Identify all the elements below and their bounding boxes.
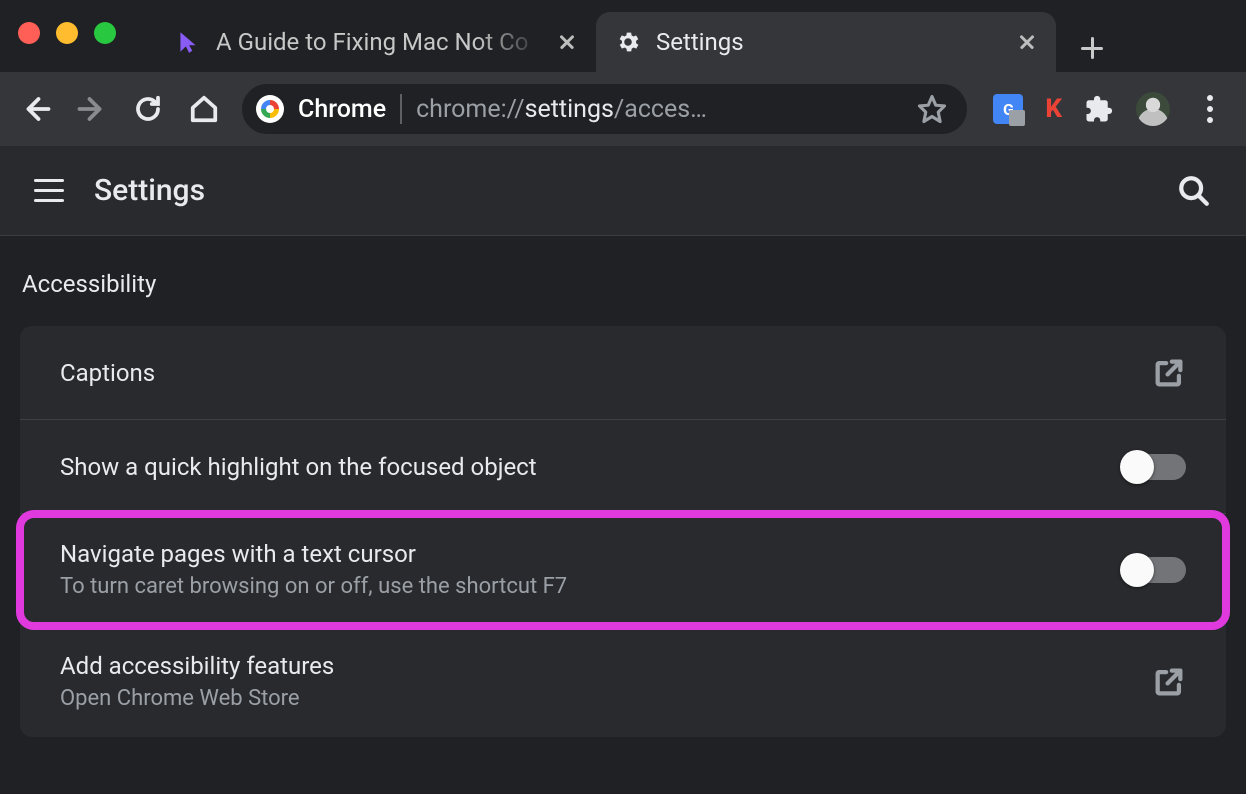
window-controls xyxy=(18,22,116,44)
omnibox-chip-label: Chrome xyxy=(298,95,386,124)
tab-title: A Guide to Fixing Mac Not Co xyxy=(216,28,542,56)
row-secondary: Open Chrome Web Store xyxy=(60,686,1132,711)
tab-strip: A Guide to Fixing Mac Not Co Settings xyxy=(156,0,1246,72)
bookmark-star-icon[interactable] xyxy=(917,94,947,124)
quick-highlight-row[interactable]: Show a quick highlight on the focused ob… xyxy=(20,420,1226,514)
settings-header: Settings xyxy=(0,146,1246,236)
omnibox-url: chrome://settings/acces… xyxy=(416,95,903,124)
window-maximize-button[interactable] xyxy=(94,22,116,44)
google-translate-icon[interactable]: G xyxy=(993,94,1023,124)
menu-icon[interactable] xyxy=(34,179,64,202)
toggle-switch[interactable] xyxy=(1124,454,1186,480)
window-minimize-button[interactable] xyxy=(56,22,78,44)
captions-row[interactable]: Captions xyxy=(20,326,1226,420)
k-extension-icon[interactable]: K xyxy=(1045,94,1062,124)
row-primary: Show a quick highlight on the focused ob… xyxy=(60,453,1104,481)
extension-icons: G K xyxy=(993,91,1228,127)
back-button[interactable] xyxy=(18,91,54,127)
close-icon[interactable] xyxy=(556,31,578,53)
forward-button[interactable] xyxy=(74,91,110,127)
row-secondary: To turn caret browsing on or off, use th… xyxy=(60,574,1104,599)
search-button[interactable] xyxy=(1176,173,1212,209)
accessibility-panel: Captions Show a quick highlight on the f… xyxy=(20,326,1226,737)
row-primary: Captions xyxy=(60,359,1132,387)
profile-avatar[interactable] xyxy=(1136,92,1170,126)
caret-browsing-row[interactable]: Navigate pages with a text cursor To tur… xyxy=(20,514,1226,626)
add-accessibility-row[interactable]: Add accessibility features Open Chrome W… xyxy=(20,626,1226,737)
tab-title: Settings xyxy=(656,28,1002,56)
home-button[interactable] xyxy=(186,91,222,127)
titlebar: A Guide to Fixing Mac Not Co Settings xyxy=(0,0,1246,72)
chrome-icon xyxy=(256,95,284,123)
address-bar[interactable]: Chrome chrome://settings/acces… xyxy=(242,84,967,134)
gear-icon xyxy=(614,28,642,56)
settings-content: Accessibility Captions Show a quick high… xyxy=(0,236,1246,737)
tab-inactive[interactable]: A Guide to Fixing Mac Not Co xyxy=(156,12,596,72)
reload-button[interactable] xyxy=(130,91,166,127)
new-tab-button[interactable] xyxy=(1068,24,1116,72)
row-primary: Add accessibility features xyxy=(60,652,1132,680)
browser-menu-button[interactable] xyxy=(1192,91,1228,127)
page-title: Settings xyxy=(94,173,205,208)
window-close-button[interactable] xyxy=(18,22,40,44)
kebab-icon xyxy=(1207,95,1213,123)
tab-active[interactable]: Settings xyxy=(596,12,1056,72)
browser-toolbar: Chrome chrome://settings/acces… G K xyxy=(0,72,1246,146)
open-external-icon xyxy=(1152,665,1186,699)
toggle-switch[interactable] xyxy=(1124,557,1186,583)
divider xyxy=(400,94,402,124)
section-title: Accessibility xyxy=(22,270,1226,298)
extensions-icon[interactable] xyxy=(1084,94,1114,124)
cursor-icon xyxy=(174,28,202,56)
row-primary: Navigate pages with a text cursor xyxy=(60,540,1104,568)
open-external-icon xyxy=(1152,356,1186,390)
close-icon[interactable] xyxy=(1016,31,1038,53)
